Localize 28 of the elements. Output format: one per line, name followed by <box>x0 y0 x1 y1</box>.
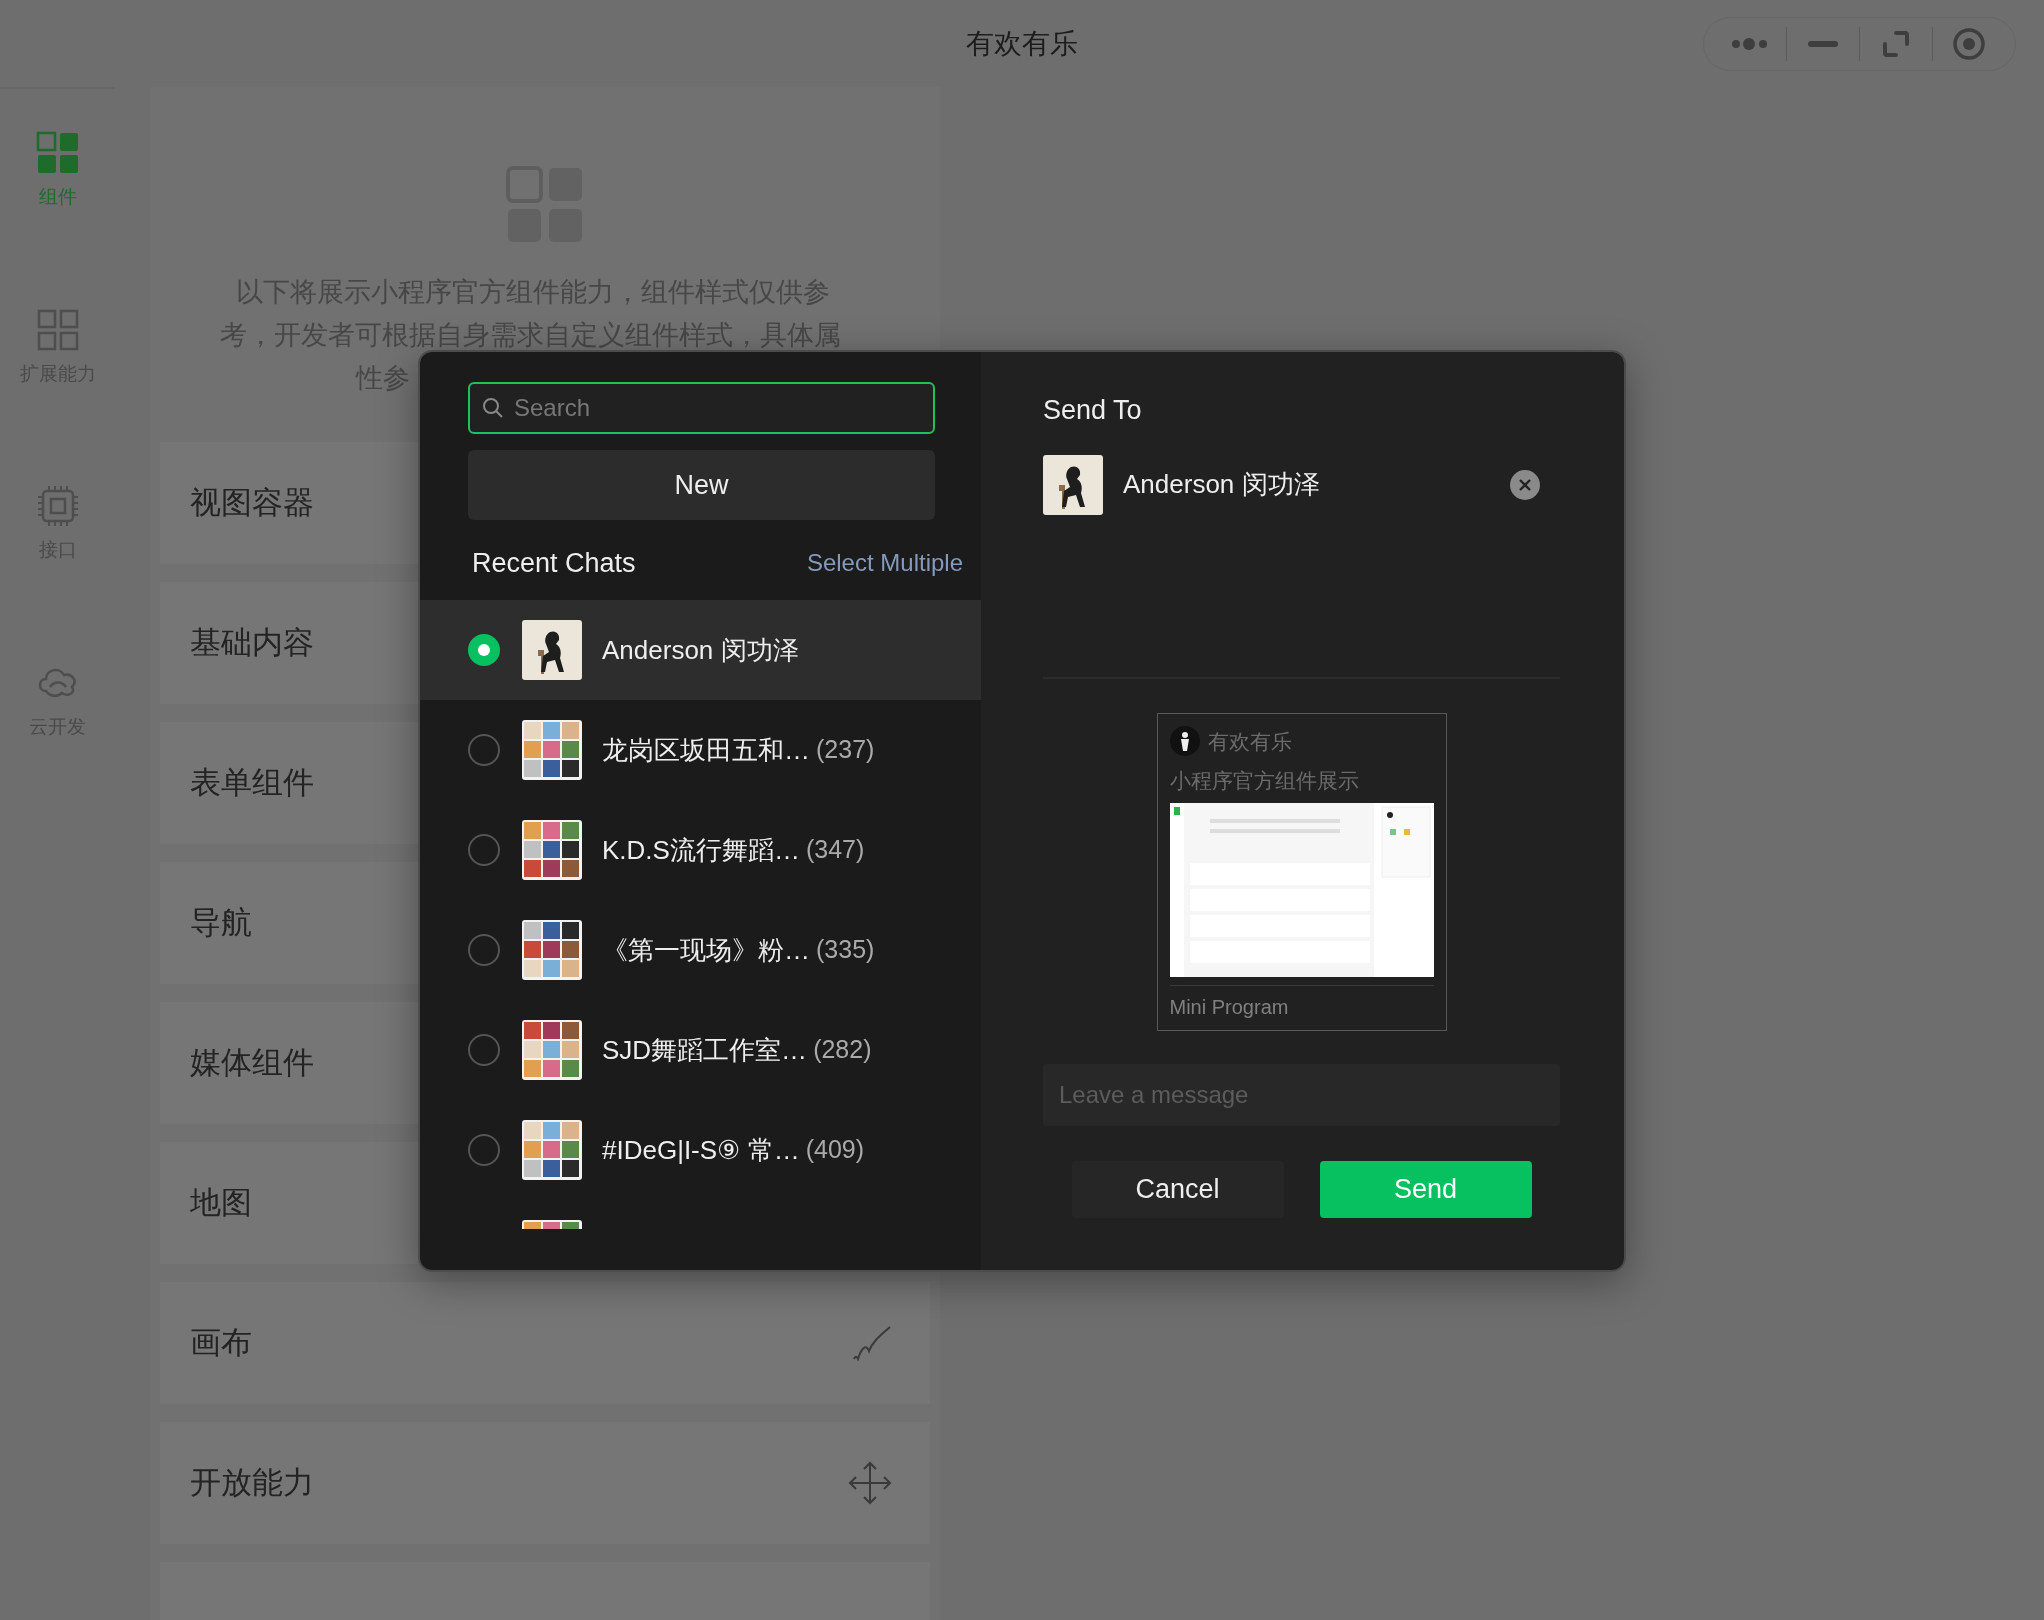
chat-name: SJD舞蹈工作室… <box>602 1033 808 1067</box>
member-count: (409) <box>805 1134 865 1166</box>
section-title: Recent Chats <box>472 546 636 580</box>
chat-name: #IDeG|I-S⑨ 常… <box>602 1133 800 1167</box>
recipient-name: Anderson 闵功泽 <box>1123 468 1321 501</box>
new-button[interactable]: New <box>468 450 935 520</box>
chat-row[interactable]: SJD舞蹈工作室… (282) <box>420 1000 981 1100</box>
chat-row[interactable]: Anderson 闵功泽 <box>420 600 981 700</box>
chat-row[interactable]: #IDeG|I-S⑨ 常… (409) <box>420 1100 981 1200</box>
chat-row[interactable]: K.D.S流行舞蹈… (347) <box>420 800 981 900</box>
app-name: 有欢有乐 <box>1207 728 1292 755</box>
chat-name: Anderson 闵功泽 <box>602 633 799 667</box>
search-field[interactable]: Search <box>468 382 935 434</box>
chat-row[interactable]: 《第一现场》粉… (335) <box>420 900 981 1000</box>
select-multiple-link[interactable]: Select Multiple <box>806 545 963 581</box>
chat-name: K.D.S流行舞蹈… <box>602 833 800 867</box>
card-footer-label: Mini Program <box>1169 984 1434 1022</box>
chat-row[interactable]: 龙岗区坂田五和… (237) <box>420 700 981 800</box>
member-count: (282) <box>813 1034 872 1066</box>
window-title: 有欢有乐 <box>966 26 1078 61</box>
cancel-button[interactable]: Cancel <box>1071 1160 1284 1218</box>
chat-name: 龙岗区坂田五和… <box>602 733 810 767</box>
card-subtitle: 小程序官方组件展示 <box>1169 768 1360 794</box>
member-count: (237) <box>816 734 875 766</box>
send-to-title: Send To <box>1043 394 1143 427</box>
member-count: (335) <box>816 934 875 966</box>
chat-name: 《第一现场》粉… <box>602 933 810 967</box>
member-count: (347) <box>805 834 865 866</box>
